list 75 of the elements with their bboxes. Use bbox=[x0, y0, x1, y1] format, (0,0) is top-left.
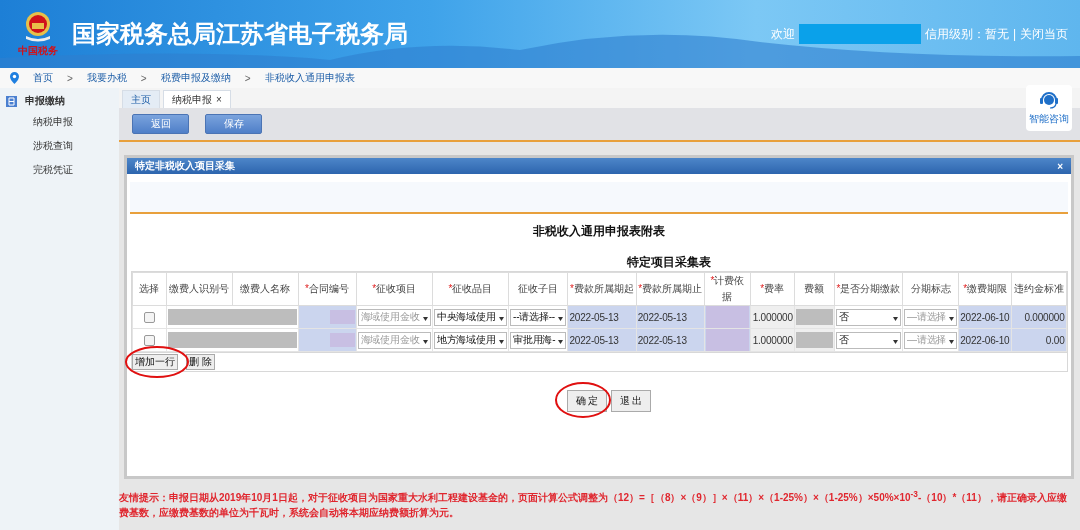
sidebar-section-title[interactable]: 申报缴纳 bbox=[25, 94, 65, 108]
smart-consult-button[interactable]: 智能咨询 bbox=[1026, 85, 1072, 131]
emblem-caption: 中国税务 bbox=[18, 44, 58, 58]
column-header: *征收品目 bbox=[432, 272, 509, 306]
tab[interactable]: 主页 bbox=[122, 90, 160, 108]
category-select[interactable]: 中央海域使用 bbox=[433, 308, 507, 326]
caret-icon bbox=[558, 339, 564, 344]
row-checkbox[interactable] bbox=[143, 311, 155, 323]
caret-icon bbox=[892, 316, 898, 321]
column-header: *计费依据 bbox=[704, 272, 751, 306]
caret-icon bbox=[949, 316, 955, 321]
column-header: 选择 bbox=[132, 272, 166, 306]
headset-icon bbox=[1040, 90, 1058, 110]
category-select[interactable]: 地方海域使用 bbox=[433, 331, 507, 349]
caret-icon bbox=[949, 339, 955, 344]
grid-icon bbox=[6, 95, 17, 107]
column-header: 费额 bbox=[794, 272, 835, 306]
dialog-button[interactable]: 退 出 bbox=[611, 390, 651, 412]
sidebar-item[interactable]: 涉税查询 bbox=[0, 134, 119, 158]
column-header: *费款所属期止 bbox=[636, 272, 705, 306]
table-heading: 特定项目采集表 bbox=[627, 254, 711, 271]
row-action-button[interactable]: 增加一行 bbox=[132, 354, 178, 370]
installment-select[interactable]: 否 bbox=[835, 308, 901, 326]
column-header: 违约金标准 bbox=[1011, 272, 1066, 306]
form-heading: 非税收入通用申报表附表 bbox=[533, 223, 665, 240]
column-header: 征收子目 bbox=[508, 272, 568, 306]
annotation-circle bbox=[124, 345, 190, 379]
breadcrumb-separator: > bbox=[244, 72, 251, 84]
close-button[interactable]: × bbox=[1057, 160, 1063, 172]
installment-select[interactable]: 否 bbox=[835, 331, 901, 349]
sidebar-item[interactable]: 完税凭证 bbox=[0, 158, 119, 182]
breadcrumb-link[interactable]: 首页 bbox=[33, 71, 53, 85]
caret-icon bbox=[892, 339, 898, 344]
subitem-select[interactable]: --请选择-- bbox=[510, 308, 567, 326]
credit-level: 信用级别：暂无 bbox=[924, 25, 1009, 43]
breadcrumb-link[interactable]: 税费申报及缴纳 bbox=[160, 71, 231, 85]
sidebar-item[interactable]: 纳税申报 bbox=[0, 110, 119, 134]
site-title: 国家税务总局江苏省电子税务局 bbox=[72, 19, 408, 49]
row-checkbox[interactable] bbox=[143, 334, 155, 346]
caret-icon bbox=[422, 316, 428, 321]
redacted-block bbox=[795, 332, 833, 348]
column-header: *缴费期限 bbox=[958, 272, 1012, 306]
breadcrumb-link[interactable]: 我要办税 bbox=[86, 71, 127, 85]
subitem-select[interactable]: 审批用海- bbox=[510, 331, 567, 349]
emblem-icon bbox=[23, 10, 53, 44]
row-action-button[interactable]: 删 除 bbox=[186, 354, 215, 370]
caret-icon bbox=[558, 316, 564, 321]
column-header: *征收项目 bbox=[356, 272, 433, 306]
breadcrumb-separator: > bbox=[140, 72, 147, 84]
redacted-block bbox=[329, 310, 355, 324]
header-separator: | bbox=[1012, 27, 1016, 41]
redacted-block bbox=[795, 309, 833, 325]
welcome-text: 欢迎 bbox=[770, 25, 795, 43]
tab[interactable]: 纳税申报 × bbox=[163, 90, 231, 108]
caret-icon bbox=[499, 316, 504, 321]
column-header: 分期标志 bbox=[902, 272, 959, 306]
notice-text: 友情提示：申报日期从2019年10月1日起，对于征收项目为国家重大水利工程建设基金的，页面计算公式调整为（12）=［（8）×（9）］×（11）×（1-25%）×（1-25%）×50%×10$^{-3}$-（10）*（11），请正确录入应缴费基数，应缴费基数的单位为千瓦时，系统会自动将本期应纳费额折算为元。 bbox=[119, 488, 1068, 521]
redacted-block bbox=[329, 333, 355, 347]
breadcrumb-link[interactable]: 非税收入通用申报表 bbox=[264, 71, 355, 85]
column-header: *费款所属期起 bbox=[567, 272, 637, 306]
breadcrumb-separator: > bbox=[67, 72, 73, 84]
column-header: *是否分期缴款 bbox=[834, 272, 903, 306]
caret-icon bbox=[499, 339, 504, 344]
dialog-button[interactable]: 确 定 bbox=[567, 390, 607, 412]
caret-icon bbox=[422, 339, 428, 344]
column-header: *费率 bbox=[750, 272, 795, 306]
redacted-block bbox=[705, 329, 749, 351]
column-header: 缴费人识别号 bbox=[166, 272, 232, 306]
tab-close-button[interactable]: × bbox=[216, 94, 222, 105]
column-header: 缴费人名称 bbox=[232, 272, 298, 306]
redacted-block bbox=[705, 306, 749, 328]
dialog-title: 特定非税收入项目采集 bbox=[135, 159, 235, 173]
location-pin-icon bbox=[10, 72, 19, 84]
column-header: *合同编号 bbox=[298, 272, 356, 306]
annotation-circle bbox=[554, 381, 612, 419]
